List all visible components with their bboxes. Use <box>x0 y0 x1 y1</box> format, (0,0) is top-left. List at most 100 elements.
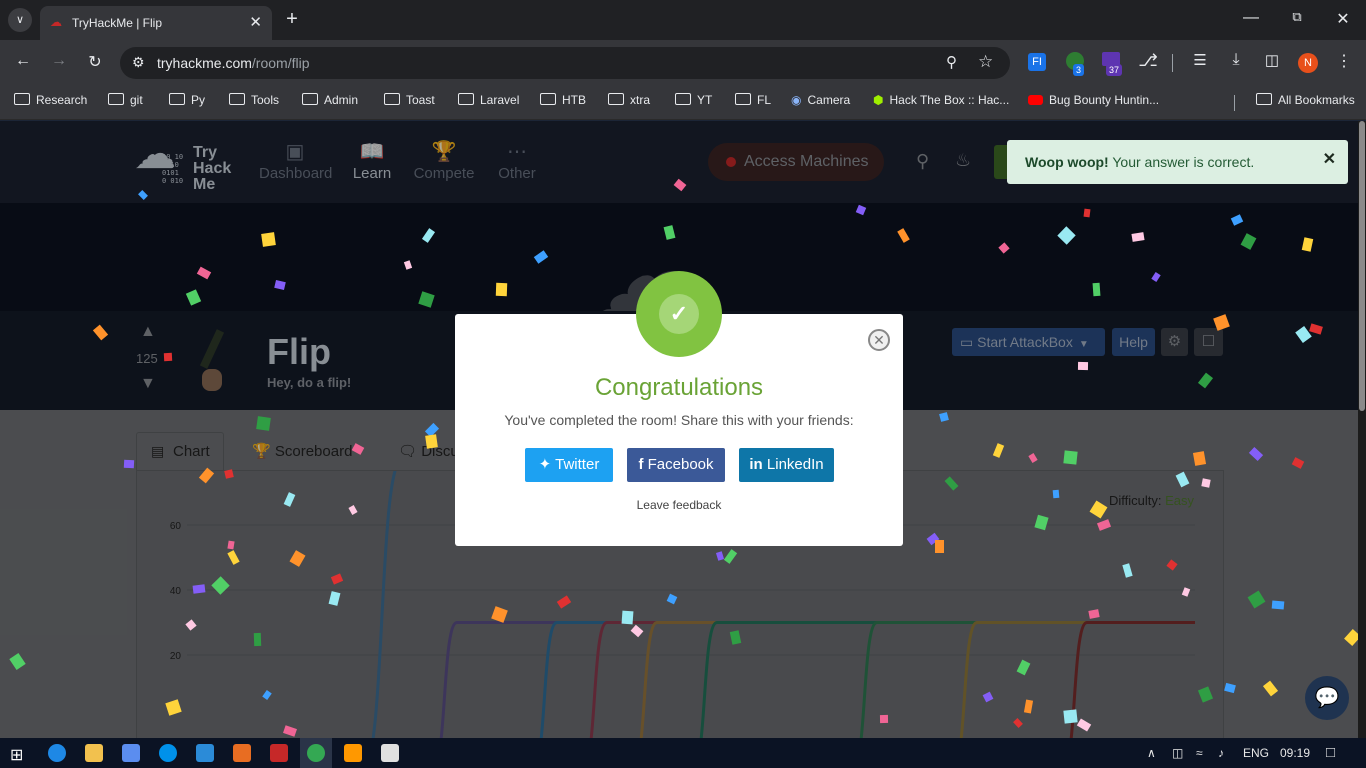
page-scrollbar[interactable] <box>1358 121 1366 738</box>
browser-tab-strip: ∨ ☁ TryHackMe | Flip ✕ + — ⧉ ✕ <box>0 0 1366 40</box>
profile-avatar[interactable]: N <box>1298 53 1318 73</box>
bookmark-git[interactable]: git <box>108 93 143 107</box>
confetti-piece <box>982 691 994 703</box>
bookmark-py[interactable]: Py <box>169 93 205 107</box>
vscode-icon[interactable] <box>196 744 214 762</box>
page-viewport: ☁ 10 10 1110 0101 0 010 Try Hack Me ▣ Dashbo… <box>0 121 1358 738</box>
bookmark-label: Bug Bounty Huntin... <box>1049 93 1160 107</box>
share-linkedin-button[interactable]: in LinkedIn <box>739 448 834 482</box>
bookmark-tools[interactable]: Tools <box>229 93 279 107</box>
edge-icon[interactable] <box>48 744 66 762</box>
browser-menu-icon[interactable]: ⋮ <box>1334 51 1354 71</box>
bookmark-star-icon[interactable]: ☆ <box>978 52 993 72</box>
active-browser-tab[interactable]: ☁ TryHackMe | Flip ✕ <box>40 6 272 40</box>
bookmark-hackthebox[interactable]: ⬢ Hack The Box :: Hac... <box>873 93 1009 107</box>
tab-close-icon[interactable]: ✕ <box>249 13 262 31</box>
windows-taskbar: ⊞ ∧ ◫ ≈ ♪ ENG 09:19 □ <box>0 738 1366 768</box>
site-info-icon[interactable]: ⚙ <box>132 54 145 71</box>
confetti-piece <box>666 593 678 605</box>
bookmark-admin[interactable]: Admin <box>302 93 358 107</box>
toast-close-icon[interactable]: ✕ <box>1323 149 1336 169</box>
confetti-piece <box>274 279 286 291</box>
chrome-taskbar-active[interactable] <box>300 738 332 768</box>
bookmark-label: Admin <box>324 93 359 107</box>
confetti-piece <box>1083 208 1091 218</box>
facebook-icon: f <box>638 456 648 473</box>
skype-icon[interactable] <box>159 744 177 762</box>
modal-close-icon[interactable]: ✕ <box>868 329 890 351</box>
zoom-icon[interactable]: ⚲ <box>946 53 957 71</box>
confetti-piece <box>1077 361 1089 371</box>
close-window-icon[interactable]: ✕ <box>1334 9 1352 29</box>
device-icon[interactable]: ◫ <box>1172 746 1183 760</box>
forward-icon[interactable]: → <box>48 52 70 70</box>
confetti-piece <box>227 540 235 550</box>
extensions-puzzle-icon[interactable]: ⎇ <box>1138 51 1158 71</box>
toast-text: Your answer is correct. <box>1108 154 1255 170</box>
chat-widget-icon[interactable]: 💬 <box>1305 676 1349 720</box>
back-icon[interactable]: ← <box>12 52 34 70</box>
bookmark-label: Camera <box>807 93 851 107</box>
bookmark-fl[interactable]: FL <box>735 93 771 107</box>
confetti-piece <box>1197 686 1214 703</box>
language-indicator[interactable]: ENG <box>1243 746 1269 760</box>
all-bookmarks[interactable]: All Bookmarks <box>1256 93 1355 107</box>
bookmark-yt[interactable]: YT <box>675 93 712 107</box>
bookmark-laravel[interactable]: Laravel <box>458 93 519 107</box>
download-icon[interactable]: ⤓ <box>1226 51 1246 69</box>
windows-start-icon[interactable]: ⊞ <box>10 745 23 765</box>
confetti-piece <box>723 549 738 564</box>
notifications-icon[interactable]: □ <box>1326 744 1335 761</box>
hackthebox-icon: ⬢ <box>873 93 884 107</box>
address-bar[interactable]: ⚙ tryhackme.com/room/flip ⚲ ☆ <box>120 47 1010 79</box>
confetti-piece <box>328 591 341 606</box>
clock[interactable]: 09:19 <box>1280 746 1310 760</box>
folder-icon <box>1256 93 1272 105</box>
url-text: tryhackme.com/room/flip <box>157 55 310 71</box>
minimize-window-icon[interactable]: — <box>1242 9 1260 27</box>
file-explorer-icon[interactable] <box>85 744 103 762</box>
congratulations-modal: ✓ ✕ Congratulations You've completed the… <box>455 271 903 546</box>
new-tab-icon[interactable]: + <box>282 8 302 31</box>
confetti-piece <box>1291 457 1305 469</box>
sublime-icon[interactable] <box>344 744 362 762</box>
share-label: LinkedIn <box>766 456 824 473</box>
tab-search-chevron-icon[interactable]: ∨ <box>8 8 32 32</box>
volume-icon[interactable]: ♪ <box>1218 746 1224 760</box>
confetti-piece <box>1224 682 1236 694</box>
restore-window-icon[interactable]: ⧉ <box>1288 9 1306 25</box>
bookmark-label: YT <box>697 93 713 107</box>
leave-feedback-link[interactable]: Leave feedback <box>455 498 903 512</box>
completion-badge: ✓ <box>636 271 722 357</box>
confetti-piece <box>1034 514 1049 531</box>
store-icon[interactable] <box>122 744 140 762</box>
confetti-piece <box>1262 680 1279 697</box>
xampp-icon[interactable] <box>233 744 251 762</box>
bookmark-research[interactable]: Research <box>14 93 87 107</box>
wifi-icon[interactable]: ≈ <box>1196 746 1203 760</box>
filezilla-icon[interactable] <box>270 744 288 762</box>
reload-icon[interactable]: ↻ <box>84 52 106 72</box>
bookmark-label: xtra <box>630 93 651 107</box>
extension-fl-icon[interactable]: FI <box>1028 53 1046 71</box>
bookmark-label: All Bookmarks <box>1278 93 1355 107</box>
bookmark-camera[interactable]: ◉ Camera <box>791 93 850 107</box>
bookmark-htb[interactable]: HTB <box>540 93 586 107</box>
share-twitter-button[interactable]: ✦ Twitter <box>525 448 613 482</box>
folder-icon <box>735 93 751 105</box>
chrome-icon <box>307 744 325 762</box>
bookmark-toast[interactable]: Toast <box>384 93 435 107</box>
confetti-piece <box>9 653 26 670</box>
side-panel-icon[interactable]: ◫ <box>1262 51 1282 69</box>
modal-message: You've completed the room! Share this wi… <box>504 412 854 428</box>
confetti-piece <box>163 352 173 362</box>
bookmark-xtra[interactable]: xtra <box>608 93 650 107</box>
confetti-piece <box>1057 226 1076 245</box>
bookmark-bug-bounty[interactable]: Bug Bounty Huntin... <box>1028 93 1159 107</box>
tray-chevron-icon[interactable]: ∧ <box>1147 746 1156 760</box>
share-facebook-button[interactable]: f Facebook <box>627 448 725 482</box>
confetti-piece <box>283 492 296 507</box>
app-h-icon[interactable] <box>381 744 399 762</box>
scrollbar-thumb[interactable] <box>1359 121 1365 411</box>
reading-list-icon[interactable]: ☰ <box>1190 51 1210 69</box>
